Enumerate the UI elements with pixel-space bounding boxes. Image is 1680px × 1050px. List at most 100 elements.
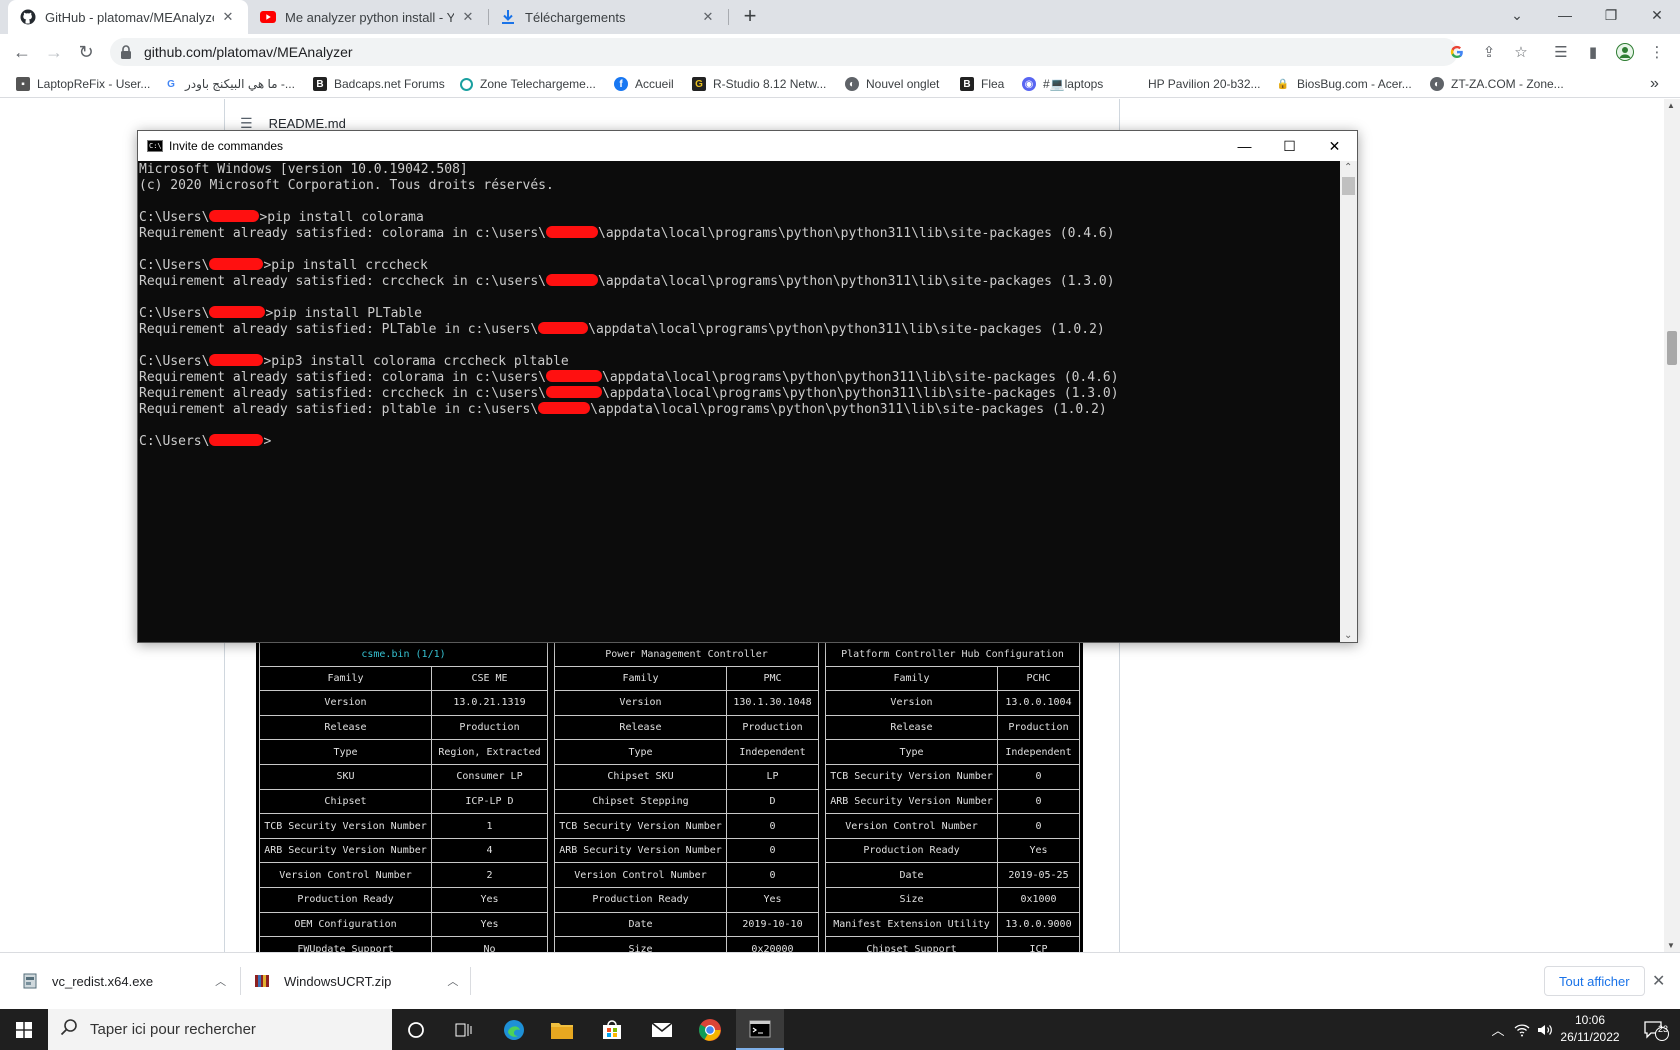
forward-icon[interactable]: → bbox=[40, 38, 68, 66]
table-row: Release Production bbox=[825, 714, 1080, 741]
table-value-cell: 2019-05-25 bbox=[997, 862, 1080, 889]
new-tab-button[interactable]: + bbox=[738, 5, 762, 29]
close-icon[interactable]: ✕ bbox=[1652, 971, 1665, 991]
table-key-cell: Production Ready bbox=[825, 837, 998, 864]
laptop-icon: ▪ bbox=[16, 77, 30, 91]
taskbar-search-box[interactable]: Taper ici pour rechercher bbox=[48, 1009, 392, 1050]
chevron-up-icon[interactable]: ︿ bbox=[215, 973, 226, 989]
table-row: Chipset ICP-LP D bbox=[259, 788, 548, 815]
download-item[interactable]: WindowsUCRT.zip ︿ bbox=[254, 965, 458, 997]
command-prompt-window[interactable]: C:\ Invite de commandes — ☐ ✕ Microsoft … bbox=[137, 130, 1358, 643]
close-icon[interactable]: ✕ bbox=[1312, 131, 1357, 161]
table-row: Production Ready Yes bbox=[554, 887, 819, 913]
task-view-icon[interactable] bbox=[440, 1009, 488, 1050]
table-row: Chipset Stepping D bbox=[554, 788, 819, 815]
table-value-cell: Yes bbox=[726, 887, 819, 913]
bookmark-item[interactable]: ▪ LaptopReFix - User... bbox=[16, 74, 150, 94]
microsoft-store-icon[interactable] bbox=[588, 1009, 636, 1050]
chevron-up-icon[interactable]: ︿ bbox=[1486, 1009, 1510, 1050]
table-row: TCB Security Version Number 1 bbox=[259, 813, 548, 839]
google-icon[interactable] bbox=[1446, 41, 1468, 63]
notification-center-icon[interactable]: 23 bbox=[1636, 1009, 1676, 1050]
side-panel-icon[interactable]: ▮ bbox=[1582, 41, 1604, 63]
bookmark-item[interactable]: G ما هي البيكنج باودر -... bbox=[164, 74, 295, 94]
command-prompt-taskbar-icon[interactable] bbox=[736, 1009, 784, 1050]
table-value-cell: No bbox=[431, 936, 548, 952]
tab-separator bbox=[728, 9, 729, 25]
table-value-cell: 2019-10-10 bbox=[726, 911, 819, 938]
reading-list-icon[interactable]: ☰ bbox=[1550, 41, 1572, 63]
tab-youtube[interactable]: Me analyzer python install - YouT ✕ bbox=[248, 0, 488, 34]
bookmark-star-icon[interactable]: ☆ bbox=[1510, 41, 1532, 63]
cmd-line bbox=[139, 194, 1340, 210]
edge-icon[interactable] bbox=[490, 1009, 538, 1050]
address-bar[interactable]: github.com/platomav/MEAnalyzer bbox=[110, 38, 1458, 66]
tab-search-chevron-icon[interactable]: ⌄ bbox=[1494, 0, 1540, 30]
close-icon[interactable]: ✕ bbox=[220, 9, 236, 25]
cmd-scrollbar[interactable]: ⌃ ⌄ bbox=[1340, 161, 1357, 642]
download-item[interactable]: vc_redist.x64.exe ︿ bbox=[22, 965, 226, 997]
profile-avatar-icon[interactable] bbox=[1614, 41, 1636, 63]
wifi-icon[interactable] bbox=[1510, 1009, 1534, 1050]
volume-icon[interactable] bbox=[1534, 1009, 1556, 1050]
cmd-line bbox=[139, 242, 1340, 258]
bookmark-item[interactable]: f Accueil bbox=[614, 74, 674, 94]
restore-icon[interactable]: ❐ bbox=[1588, 0, 1634, 30]
more-bookmarks-icon[interactable]: » bbox=[1650, 74, 1659, 94]
menu-kebab-icon[interactable]: ⋮ bbox=[1646, 41, 1668, 63]
tab-github[interactable]: GitHub - platomav/MEAnalyzer: I ✕ bbox=[8, 0, 248, 34]
bookmark-item[interactable]: HP Pavilion 20-b32... bbox=[1148, 74, 1261, 94]
cmd-line bbox=[139, 290, 1340, 306]
scroll-thumb[interactable] bbox=[1667, 331, 1677, 365]
minimize-icon[interactable]: — bbox=[1222, 131, 1267, 161]
bookmark-item[interactable]: 🔒 BiosBug.com - Acer... bbox=[1276, 74, 1412, 94]
table-value-cell: 13.0.21.1319 bbox=[431, 690, 548, 716]
table-value-cell: Production bbox=[997, 714, 1080, 741]
back-icon[interactable]: ← bbox=[8, 38, 36, 66]
bookmark-label: HP Pavilion 20-b32... bbox=[1148, 77, 1261, 91]
tab-downloads[interactable]: Téléchargements ✕ bbox=[488, 0, 728, 34]
bookmark-item[interactable]: ◐ ZT-ZA.COM - Zone... bbox=[1430, 74, 1564, 94]
cmd-console-output[interactable]: Microsoft Windows [version 10.0.19042.50… bbox=[138, 161, 1340, 642]
bookmark-item[interactable]: B Badcaps.net Forums bbox=[313, 74, 445, 94]
cmd-title-bar[interactable]: C:\ Invite de commandes — ☐ ✕ bbox=[138, 131, 1357, 161]
table-row: Release Production bbox=[259, 714, 548, 741]
bookmark-item[interactable]: G R-Studio 8.12 Netw... bbox=[692, 74, 826, 94]
scroll-thumb[interactable] bbox=[1342, 177, 1355, 195]
cmd-line: C:\Users\ >pip install PLTable bbox=[139, 306, 1340, 322]
show-all-downloads-button[interactable]: Tout afficher bbox=[1544, 966, 1645, 996]
globe-icon: ◐ bbox=[1430, 77, 1444, 91]
file-explorer-icon[interactable] bbox=[538, 1009, 586, 1050]
close-icon[interactable]: ✕ bbox=[700, 9, 716, 25]
cortana-icon[interactable] bbox=[392, 1009, 440, 1050]
page-scrollbar[interactable]: ▲ ▼ bbox=[1664, 99, 1680, 952]
scroll-down-icon[interactable]: ⌄ bbox=[1344, 630, 1352, 641]
scroll-up-icon[interactable]: ▲ bbox=[1667, 101, 1675, 110]
share-icon[interactable]: ⇪ bbox=[1478, 41, 1500, 63]
table-value-cell: 0 bbox=[997, 763, 1080, 790]
bookmark-item[interactable]: ◐ Nouvel onglet bbox=[845, 74, 939, 94]
redacted-username-mark bbox=[209, 306, 266, 318]
bookmark-label: BiosBug.com - Acer... bbox=[1297, 77, 1412, 91]
mail-icon[interactable] bbox=[638, 1009, 686, 1050]
download-separator bbox=[470, 967, 471, 995]
close-window-icon[interactable]: ✕ bbox=[1634, 0, 1680, 30]
bookmark-item[interactable]: ◉ #💻laptops bbox=[1022, 74, 1103, 94]
maximize-icon[interactable]: ☐ bbox=[1267, 131, 1312, 161]
windows-start-icon[interactable] bbox=[0, 1009, 48, 1050]
system-clock[interactable]: 10:06 26/11/2022 bbox=[1554, 1012, 1626, 1046]
bookmark-item[interactable]: Zone Telechargeme... bbox=[460, 74, 596, 94]
chrome-icon[interactable] bbox=[686, 1009, 734, 1050]
table-row: Type Independent bbox=[554, 739, 819, 765]
github-icon bbox=[20, 9, 36, 25]
minimize-icon[interactable]: — bbox=[1542, 0, 1588, 30]
chevron-up-icon[interactable]: ︿ bbox=[447, 973, 458, 989]
me-info-table: Platform Controller Hub Configuration Fam… bbox=[825, 642, 1080, 952]
close-icon[interactable]: ✕ bbox=[460, 9, 476, 25]
scroll-down-icon[interactable]: ▼ bbox=[1667, 941, 1675, 950]
scroll-up-icon[interactable]: ⌃ bbox=[1344, 162, 1352, 173]
table-row: Version Control Number 0 bbox=[825, 813, 1080, 839]
table-row: ARB Security Version Number 0 bbox=[554, 837, 819, 864]
bookmark-item[interactable]: B Flea bbox=[960, 74, 1004, 94]
reload-icon[interactable]: ↻ bbox=[72, 38, 100, 66]
